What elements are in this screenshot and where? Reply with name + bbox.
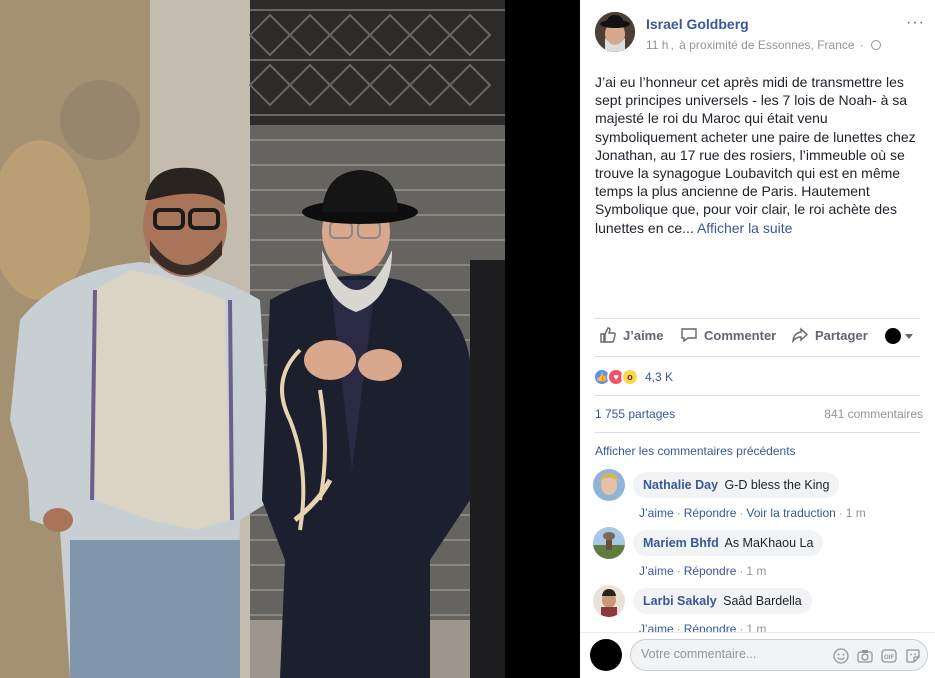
wow-reaction-icon: o <box>621 368 639 386</box>
dot-separator: · <box>676 506 681 520</box>
photo-letterbox <box>505 0 580 678</box>
commenter-avatar-image <box>593 585 625 617</box>
comment-bubble: Mariem Bhfd As MaKhaou La <box>633 530 824 556</box>
chevron-down-icon <box>905 333 913 339</box>
commenter-avatar-image <box>593 469 625 501</box>
comment-icon <box>681 328 697 343</box>
share-button[interactable]: Partager <box>791 326 868 344</box>
comment-text: G-D bless the King <box>724 478 830 492</box>
divider <box>595 356 920 357</box>
dot-separator: · <box>676 564 681 578</box>
dot-separator: · <box>739 564 744 578</box>
svg-text:GIF: GIF <box>884 655 894 661</box>
shares-count[interactable]: 1 755 partages <box>595 407 675 421</box>
comment-time[interactable]: 1 m <box>746 564 766 578</box>
commenter-name[interactable]: Larbi Sakaly <box>643 594 717 608</box>
commenter-avatar-image <box>593 527 625 559</box>
sticker-icon[interactable] <box>905 648 921 664</box>
comment-text: Saâd Bardella <box>723 594 802 608</box>
like-label: J’aime <box>623 327 664 343</box>
camera-icon[interactable] <box>857 648 873 664</box>
reaction-count: 4,3 K <box>645 370 674 384</box>
divider <box>595 318 920 319</box>
post-side-panel: Israel Goldberg 11 h, à proximité de Ess… <box>580 0 935 678</box>
gif-icon[interactable]: GIF <box>881 648 897 664</box>
post-stats: 1 755 partages 841 commentaires <box>595 407 923 421</box>
comment-reply-link[interactable]: Répondre <box>684 506 737 520</box>
reaction-profile-selector[interactable] <box>885 328 913 344</box>
comment-like-link[interactable]: J’aime <box>639 506 674 520</box>
author-avatar[interactable] <box>595 12 635 52</box>
author-name[interactable]: Israel Goldberg <box>646 16 749 32</box>
post-time[interactable]: 11 h <box>646 38 668 52</box>
facebook-photo-viewer: Israel Goldberg 11 h, à proximité de Ess… <box>0 0 935 678</box>
comment-actions: J’aime · Répondre · 1 m <box>639 564 766 578</box>
post-body: J’ai eu l’honneur cet après midi de tran… <box>595 74 916 236</box>
see-translation-link[interactable]: Voir la traduction <box>746 506 835 520</box>
commenter-avatar[interactable] <box>593 469 625 501</box>
see-more-link[interactable]: Afficher la suite <box>697 220 792 236</box>
thumbs-up-icon <box>600 327 616 343</box>
current-user-avatar[interactable] <box>590 639 622 671</box>
comment-like-link[interactable]: J’aime <box>639 564 674 578</box>
comment-label: Commenter <box>704 327 777 343</box>
post-location[interactable]: à proximité de Essonnes, France <box>679 38 854 52</box>
post-actions: J’aime Commenter Partager <box>595 322 920 352</box>
comment-text: As MaKhaou La <box>724 536 814 550</box>
share-label: Partager <box>815 327 868 343</box>
post-text: J’ai eu l’honneur cet après midi de tran… <box>595 73 920 237</box>
emoji-icon[interactable] <box>833 648 849 664</box>
comment-input[interactable] <box>641 647 821 661</box>
like-button[interactable]: J’aime <box>599 326 663 344</box>
comment-reply-link[interactable]: Répondre <box>684 564 737 578</box>
profile-avatar-icon <box>885 328 901 344</box>
comment-time[interactable]: 1 m <box>846 506 866 520</box>
reactions-summary[interactable]: 👍 ♥ o 4,3 K <box>593 367 673 387</box>
dot-separator: · <box>838 506 843 520</box>
post-photo[interactable] <box>0 0 505 678</box>
globe-icon[interactable] <box>871 40 882 50</box>
comment-composer: GIF <box>580 632 935 678</box>
comment-bubble: Larbi Sakaly Saâd Bardella <box>633 588 812 614</box>
post-header: Israel Goldberg 11 h, à proximité de Ess… <box>595 12 925 56</box>
commenter-avatar[interactable] <box>593 527 625 559</box>
more-options-icon[interactable]: ··· <box>906 14 925 32</box>
commenter-avatar[interactable] <box>593 585 625 617</box>
commenter-name[interactable]: Mariem Bhfd <box>643 536 719 550</box>
post-meta: 11 h, à proximité de Essonnes, France · <box>646 38 882 52</box>
comments-count[interactable]: 841 commentaires <box>824 407 923 421</box>
meta-dot: · <box>859 38 864 52</box>
divider <box>595 395 920 396</box>
photo-illustration <box>0 0 505 678</box>
author-avatar-image <box>595 12 635 52</box>
comment-button[interactable]: Commenter <box>680 326 776 344</box>
divider <box>595 432 920 433</box>
meta-separator: , <box>670 38 674 52</box>
comment-input-box[interactable]: GIF <box>630 639 928 671</box>
comment-actions: J’aime · Répondre · Voir la traduction · 1 m <box>639 506 866 520</box>
dot-separator: · <box>739 506 744 520</box>
commenter-name[interactable]: Nathalie Day <box>643 478 718 492</box>
comment-bubble: Nathalie Day G-D bless the King <box>633 472 840 498</box>
view-previous-comments-link[interactable]: Afficher les commentaires précédents <box>595 444 796 458</box>
share-icon <box>791 327 809 344</box>
